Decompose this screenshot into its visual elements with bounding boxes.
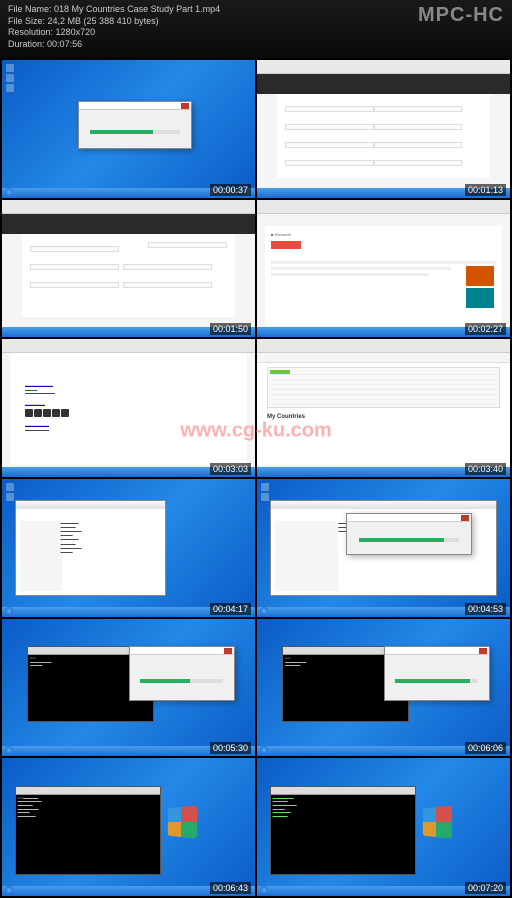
thumb-9[interactable]: C:\>▬▬▬▬▬▬▬▬▬▬▬ 00:05:30 — [2, 619, 255, 757]
thumb-5[interactable]: ▬▬▬▬▬▬▬▬▬▬▬▬▬▬▬▬▬▬▬▬▬ ▬▬▬▬▬ ▬▬▬▬▬▬▬▬▬▬▬▬… — [2, 339, 255, 477]
thumb-8[interactable]: ▬▬▬▬▬▬▬▬▬▬▬▬▬▬▬▬▬▬ 00:04:53 — [257, 479, 510, 617]
timestamp: 00:06:43 — [210, 882, 251, 894]
download-button — [271, 241, 301, 249]
timestamp: 00:03:03 — [210, 463, 251, 475]
close-icon — [181, 103, 189, 109]
thumb-4[interactable]: ■ Microsoft 00:02:27 — [257, 200, 510, 338]
start-orb-icon — [5, 188, 13, 196]
thumb-1[interactable]: 00:00:37 — [2, 60, 255, 198]
thumb-11[interactable]: C:\>▬▬▬▬▬▬▬▬▬▬▬▬▬▬▬▬▬▬▬▬▬▬▬▬▬▬▬▬▬▬▬▬▬▬▬ … — [2, 758, 255, 896]
timestamp: 00:02:27 — [465, 323, 506, 335]
thumb-3[interactable]: 00:01:50 — [2, 200, 255, 338]
timestamp: 00:07:20 — [465, 882, 506, 894]
timestamp: 00:01:13 — [465, 184, 506, 196]
file-explorer: ▬▬▬▬▬▬▬▬▬▬▬▬▬▬▬▬▬▬ ▬▬▬▬▬▬▬▬▬▬▬▬▬▬▬ ▬▬▬▬▬… — [15, 500, 167, 596]
timestamp: 00:05:30 — [210, 742, 251, 754]
installer-dialog — [78, 101, 192, 149]
thumbnail-grid: 00:00:37 00:01:13 00:01:50 ■ Microsoft — [0, 58, 512, 898]
timestamp: 00:04:17 — [210, 603, 251, 615]
thumb-7[interactable]: ▬▬▬▬▬▬▬▬▬▬▬▬▬▬▬▬▬▬ ▬▬▬▬▬▬▬▬▬▬▬▬▬▬▬ ▬▬▬▬▬… — [2, 479, 255, 617]
timestamp: 00:03:40 — [465, 463, 506, 475]
thumb-10[interactable]: C:\>▬▬▬▬▬▬▬▬▬▬▬▬ 00:06:06 — [257, 619, 510, 757]
mpc-hc-logo: MPC-HC — [418, 2, 504, 28]
video-info-header: File Name: 018 My Countries Case Study P… — [0, 0, 512, 58]
timestamp: 00:01:50 — [210, 323, 251, 335]
thumb-2[interactable]: 00:01:13 — [257, 60, 510, 198]
thumb-12[interactable]: ▬▬▬▬▬▬▬▬▬▬▬▬▬▬▬▬▬▬▬▬▬▬▬▬▬▬▬▬▬▬▬▬▬▬▬ 00:0… — [257, 758, 510, 896]
thumb-6[interactable]: My Countries 00:03:40 — [257, 339, 510, 477]
timestamp: 00:04:53 — [465, 603, 506, 615]
timestamp: 00:06:06 — [465, 742, 506, 754]
timestamp: 00:00:37 — [210, 184, 251, 196]
